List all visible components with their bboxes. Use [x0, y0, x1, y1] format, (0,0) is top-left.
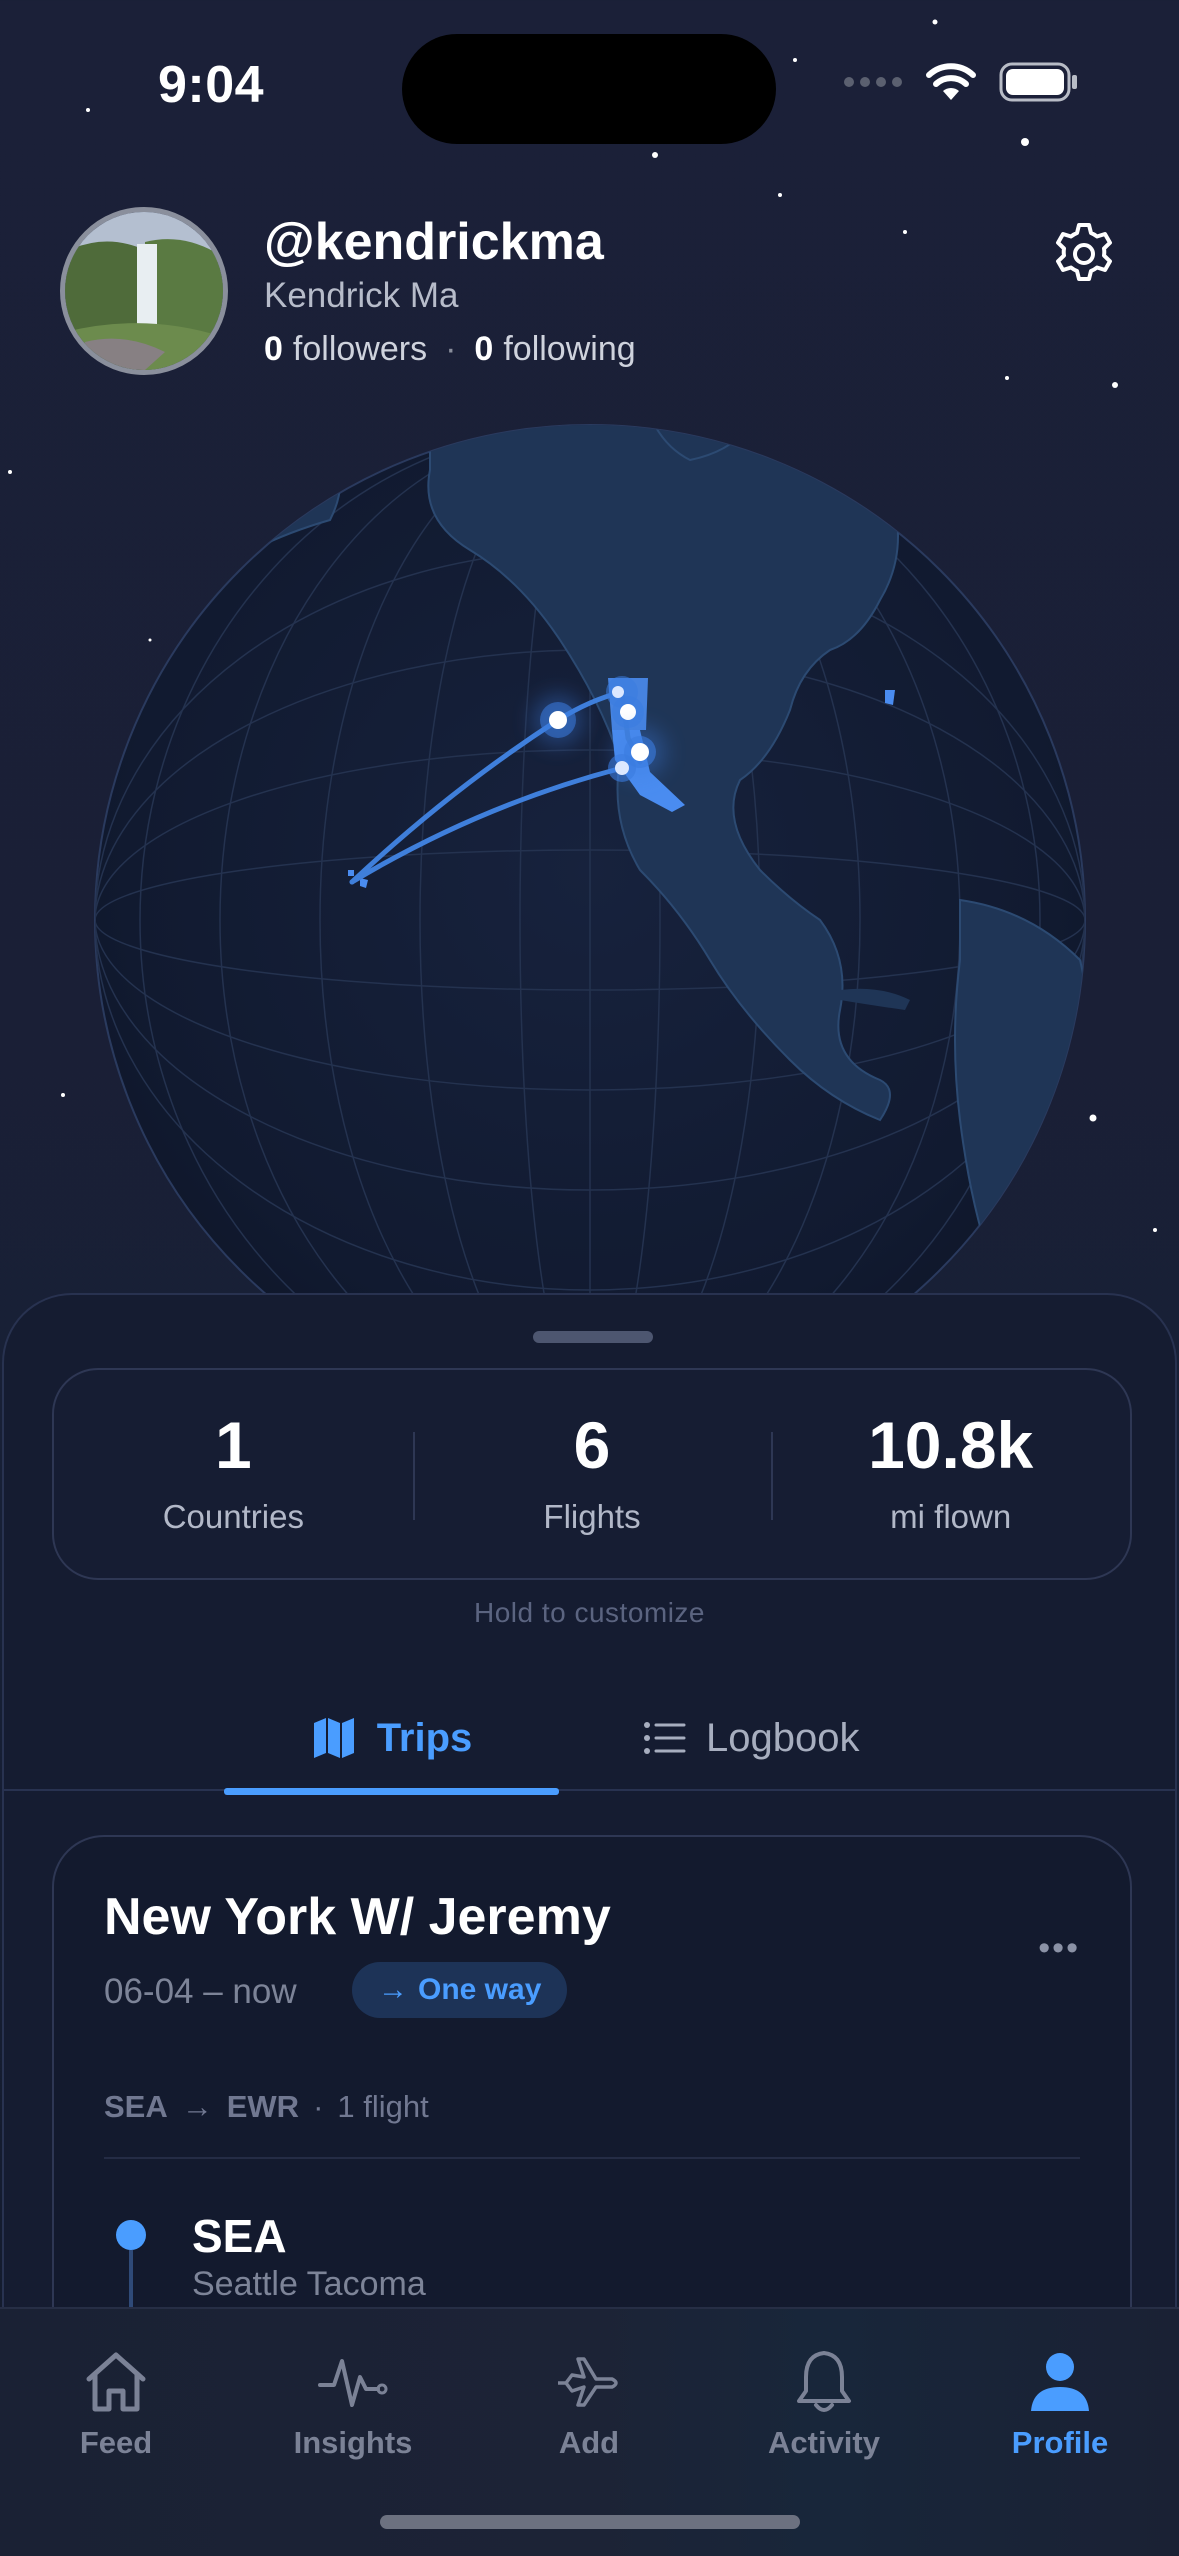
segment-airport-code: SEA	[192, 2210, 287, 2262]
person-icon	[1031, 2353, 1089, 2411]
stat-label: Flights	[543, 1498, 641, 1535]
airplane-icon	[558, 2357, 618, 2407]
route-summary: SEA → EWR · 1 flight	[104, 2089, 429, 2125]
tabbar-feed[interactable]: Feed	[26, 2345, 206, 2461]
separator-dot: ·	[445, 330, 457, 368]
list-icon	[644, 1722, 686, 1754]
tabbar-label: Activity	[768, 2425, 880, 2460]
pulse-icon	[318, 2359, 388, 2407]
segment-airport-name: Seattle Tacoma	[192, 2265, 426, 2303]
trip-type-badge: → One way	[352, 1962, 568, 2018]
status-bar: 9:04	[0, 0, 1179, 170]
tabbar-label: Feed	[79, 2425, 153, 2460]
dynamic-island	[402, 34, 776, 144]
stat-value: 1	[214, 1408, 252, 1482]
stat-miles: 10.8k mi flown	[771, 1370, 1130, 1578]
following-link[interactable]: 0 following	[474, 330, 635, 369]
more-icon[interactable]: •••	[1038, 1929, 1080, 1968]
route-destination: EWR	[226, 2089, 300, 2124]
customize-hint: Hold to customize	[473, 1597, 706, 1628]
flight-count: 1 flight	[337, 2089, 429, 2124]
status-time: 9:04	[158, 56, 265, 114]
bell-icon	[797, 2351, 851, 2412]
tab-logbook[interactable]: Logbook	[644, 1685, 859, 1791]
username: @kendrickma	[264, 213, 604, 271]
arrow-right-icon: →	[181, 2089, 213, 2124]
tab-label: Trips	[376, 1715, 473, 1760]
tabbar-insights[interactable]: Insights	[263, 2345, 443, 2461]
map-icon	[313, 1718, 354, 1758]
signal-icon	[844, 77, 902, 87]
following-label: following	[503, 330, 636, 368]
arrow-right-icon: →	[378, 1973, 408, 2006]
tab-label: Logbook	[706, 1715, 860, 1760]
separator-dot: ·	[313, 2089, 324, 2124]
route-origin: SEA	[104, 2089, 168, 2124]
trip-title: New York W/ Jeremy	[104, 1888, 611, 1946]
globe-map[interactable]	[0, 400, 1179, 1300]
avatar[interactable]	[60, 207, 228, 375]
follow-counts: 0 followers · 0 following	[264, 330, 636, 369]
profile-tabs: Trips Logbook	[4, 1685, 1175, 1795]
stat-label: mi flown	[890, 1498, 1012, 1535]
display-name: Kendrick Ma	[264, 276, 459, 315]
battery-icon	[999, 62, 1077, 102]
stat-value: 6	[573, 1408, 611, 1482]
followers-count: 0	[264, 330, 283, 368]
following-count: 0	[474, 330, 494, 368]
gear-icon[interactable]	[1051, 221, 1117, 287]
tab-trips[interactable]: Trips	[224, 1685, 559, 1795]
stat-flights: 6 Flights	[412, 1370, 772, 1578]
trip-dates: 06-04 – now	[104, 1972, 297, 2011]
status-icons	[843, 62, 1079, 102]
tabbar-label: Insights	[293, 2425, 413, 2460]
badge-label: One way	[418, 1973, 542, 2006]
tabbar-label: Profile	[1011, 2425, 1109, 2460]
tabbar-activity[interactable]: Activity	[734, 2345, 914, 2461]
tabbar-profile[interactable]: Profile	[970, 2345, 1150, 2461]
sheet-handle[interactable]	[533, 1331, 653, 1343]
followers-link[interactable]: 0 followers	[264, 330, 427, 369]
stat-value: 10.8k	[868, 1408, 1034, 1482]
tabbar-add[interactable]: Add	[499, 2345, 679, 2461]
waterfall-photo	[65, 212, 223, 370]
stat-countries: 1 Countries	[54, 1370, 413, 1578]
tabbar-label: Add	[558, 2425, 620, 2460]
home-indicator[interactable]	[380, 2515, 800, 2529]
segment-origin-dot	[116, 2220, 146, 2250]
stats-card[interactable]: 1 Countries 6 Flights 10.8k mi flown	[52, 1368, 1132, 1580]
wifi-icon	[926, 63, 976, 100]
stat-label: Countries	[162, 1498, 304, 1535]
followers-label: followers	[292, 330, 428, 368]
divider	[104, 2157, 1080, 2159]
house-icon	[86, 2352, 146, 2412]
